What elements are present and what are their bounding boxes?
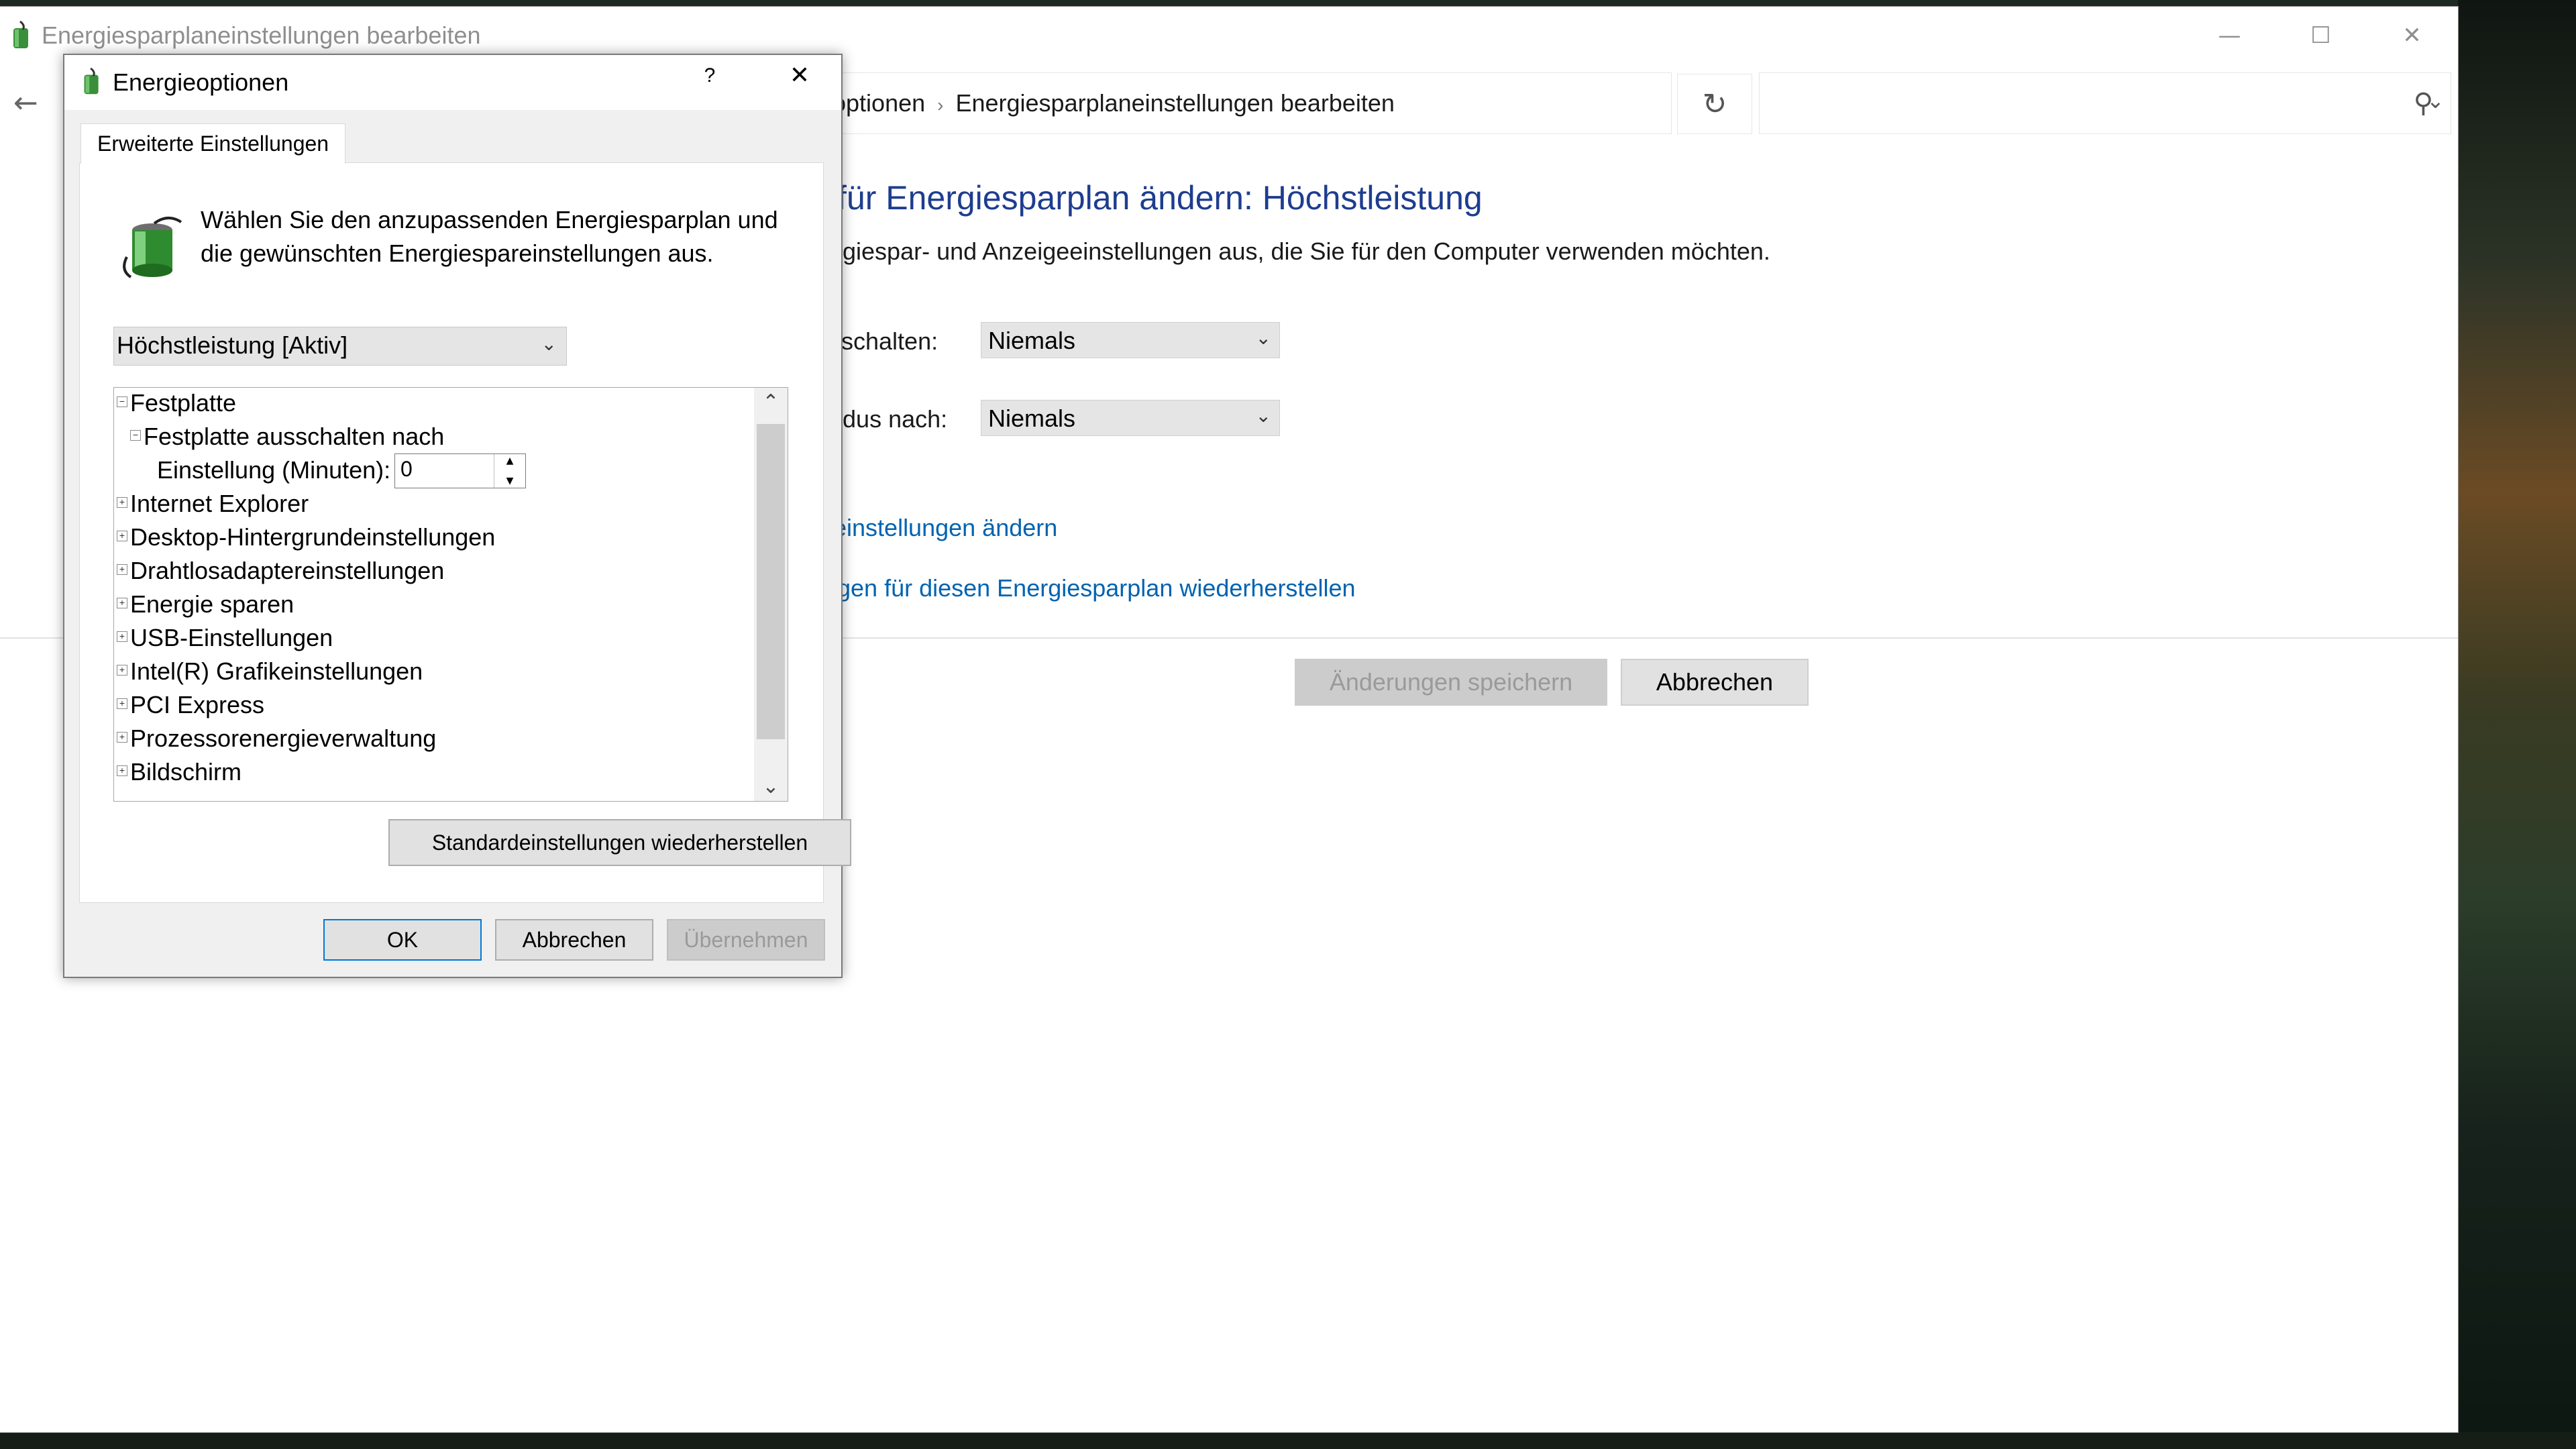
- breadcrumb-segment[interactable]: optionen: [833, 89, 925, 117]
- cancel-button[interactable]: Abbrechen: [1621, 659, 1809, 706]
- help-button[interactable]: ?: [690, 64, 730, 98]
- power-options-icon: [84, 67, 99, 95]
- tab-advanced-settings[interactable]: Erweiterte Einstellungen: [80, 123, 346, 164]
- maximize-button[interactable]: ☐: [2275, 7, 2366, 64]
- restore-defaults-link[interactable]: gen für diesen Energiesparplan wiederher…: [837, 574, 1356, 602]
- sleep-value: Niemals: [988, 405, 1076, 432]
- plan-select[interactable]: Höchstleistung [Aktiv] ⌄: [113, 327, 567, 366]
- plan-select-value: Höchstleistung [Aktiv]: [117, 331, 348, 359]
- energy-options-dialog: Energieoptionen ? ✕ Erweiterte Einstellu…: [63, 54, 851, 978]
- search-icon: ⚲: [2413, 88, 2433, 119]
- power-options-icon: [13, 20, 28, 48]
- tree-item-label: PCI Express: [130, 691, 265, 718]
- taskbar-edge: [0, 1432, 2576, 1449]
- dialog-description: Wählen Sie den anzupassenden Energiespar…: [201, 206, 778, 267]
- expand-icon[interactable]: +: [117, 631, 127, 643]
- scroll-up-icon[interactable]: ⌃: [754, 390, 788, 414]
- stepper-up-icon[interactable]: ▲: [494, 455, 525, 466]
- back-button[interactable]: ←: [13, 86, 51, 123]
- dialog-close-button[interactable]: ✕: [780, 62, 820, 99]
- tree-item[interactable]: + Prozessorenergieverwaltung: [117, 724, 436, 753]
- breadcrumb: optionen › Energiesparplaneinstellungen be…: [833, 89, 1395, 117]
- tree-item-festplatte-ausschalten[interactable]: − Festplatte ausschalten nach: [130, 423, 444, 451]
- expand-icon[interactable]: +: [117, 531, 127, 542]
- chevron-down-icon: ⌄: [1255, 327, 1271, 348]
- save-changes-button[interactable]: Änderungen speichern: [1295, 659, 1607, 706]
- close-icon: ✕: [2402, 22, 2422, 49]
- tree-item-label: USB-Einstellungen: [130, 624, 333, 651]
- page-description: ergiespar- und Anzeigeeinstellungen aus,…: [821, 237, 1770, 265]
- expand-icon[interactable]: +: [117, 765, 127, 777]
- tree-item-label: Festplatte ausschalten nach: [144, 423, 445, 450]
- refresh-icon: ↻: [1702, 87, 1727, 121]
- dialog-cancel-button[interactable]: Abbrechen: [495, 919, 653, 961]
- apply-button[interactable]: Übernehmen: [667, 919, 825, 961]
- minutes-value[interactable]: 0: [400, 457, 413, 482]
- tree-item-label: Internet Explorer: [130, 490, 309, 517]
- stepper-down-icon[interactable]: ▼: [494, 476, 525, 486]
- expand-icon[interactable]: +: [117, 698, 127, 710]
- main-window-title: Energiesparplaneinstellungen bearbeiten: [42, 21, 481, 49]
- tree-item[interactable]: + Drahtlosadaptereinstellungen: [117, 557, 444, 585]
- search-input[interactable]: ⚲: [1759, 72, 2451, 134]
- tree-item-festplatte[interactable]: − Festplatte: [117, 389, 236, 417]
- tree-scrollbar[interactable]: ⌃ ⌄: [754, 388, 788, 801]
- scroll-thumb[interactable]: [757, 424, 785, 739]
- tree-item[interactable]: + Energie sparen: [117, 590, 294, 619]
- dialog-title: Energieoptionen: [113, 68, 289, 96]
- setting-label-sleep: odus nach:: [829, 405, 948, 433]
- display-off-value: Niemals: [988, 327, 1076, 354]
- chevron-right-icon: ›: [937, 95, 944, 115]
- tree-item-label: Intel(R) Grafikeinstellungen: [130, 657, 423, 685]
- expand-icon[interactable]: +: [117, 598, 127, 609]
- tree-item[interactable]: + USB-Einstellungen: [117, 624, 333, 652]
- ok-button[interactable]: OK: [323, 919, 482, 961]
- close-icon: ✕: [789, 62, 810, 89]
- page-title: für Energiesparplan ändern: Höchstleistu…: [837, 179, 1483, 217]
- tree-item-label: Energie sparen: [130, 590, 294, 618]
- setting-label-display-off: sschalten:: [829, 327, 938, 355]
- collapse-icon[interactable]: −: [130, 430, 141, 441]
- advanced-settings-link[interactable]: einstellungen ändern: [833, 514, 1057, 542]
- stepper-buttons: ▲ ▼: [494, 454, 525, 488]
- expand-icon[interactable]: +: [117, 497, 127, 508]
- tree-item-label: Desktop-Hintergrundeinstellungen: [130, 523, 496, 551]
- close-button[interactable]: ✕: [2367, 7, 2457, 64]
- minimize-icon: —: [2218, 22, 2241, 49]
- setting-minutes-label: Einstellung (Minuten):: [157, 456, 391, 484]
- display-off-select[interactable]: Niemals ⌄: [981, 322, 1280, 358]
- sleep-select[interactable]: Niemals ⌄: [981, 400, 1280, 436]
- expand-icon[interactable]: +: [117, 732, 127, 743]
- tree-item[interactable]: + Bildschirm: [117, 758, 241, 786]
- tree-item-label: Festplatte: [130, 389, 237, 417]
- tree-item[interactable]: + Desktop-Hintergrundeinstellungen: [117, 523, 495, 551]
- settings-tree: − Festplatte − Festplatte ausschalten nach…: [113, 387, 788, 802]
- collapse-icon[interactable]: −: [117, 396, 127, 408]
- advanced-settings-panel: Wählen Sie den anzupassenden Energiespar…: [79, 162, 851, 903]
- expand-icon[interactable]: +: [117, 665, 127, 676]
- refresh-button[interactable]: ↻: [1677, 74, 1752, 134]
- scroll-down-icon[interactable]: ⌄: [754, 775, 788, 798]
- arrow-left-icon: ←: [13, 86, 38, 120]
- expand-icon[interactable]: +: [117, 564, 127, 576]
- minutes-stepper[interactable]: 0 ▲ ▼: [394, 453, 526, 488]
- minimize-button[interactable]: —: [2184, 7, 2275, 64]
- dialog-titlebar: Energieoptionen ? ✕: [64, 55, 841, 110]
- chevron-down-icon: ⌄: [541, 333, 557, 354]
- address-bar[interactable]: optionen › Energiesparplaneinstellungen be…: [792, 72, 2445, 134]
- tree-item-label: Drahtlosadaptereinstellungen: [130, 557, 445, 584]
- tree-item[interactable]: + PCI Express: [117, 691, 264, 719]
- chevron-down-icon: ⌄: [1255, 405, 1271, 426]
- tree-item-label: Prozessorenergieverwaltung: [130, 724, 437, 752]
- tree-item[interactable]: + Internet Explorer: [117, 490, 309, 518]
- tree-item[interactable]: + Intel(R) Grafikeinstellungen: [117, 657, 423, 686]
- breadcrumb-segment-current[interactable]: Energiesparplaneinstellungen bearbeiten: [955, 89, 1395, 117]
- tree-item-label: Bildschirm: [130, 758, 242, 786]
- desktop-background: [2458, 0, 2576, 1449]
- battery-plug-icon: [123, 217, 182, 278]
- maximize-icon: ☐: [2310, 22, 2331, 49]
- restore-defaults-button[interactable]: Standardeinstellungen wiederherstellen: [388, 819, 851, 866]
